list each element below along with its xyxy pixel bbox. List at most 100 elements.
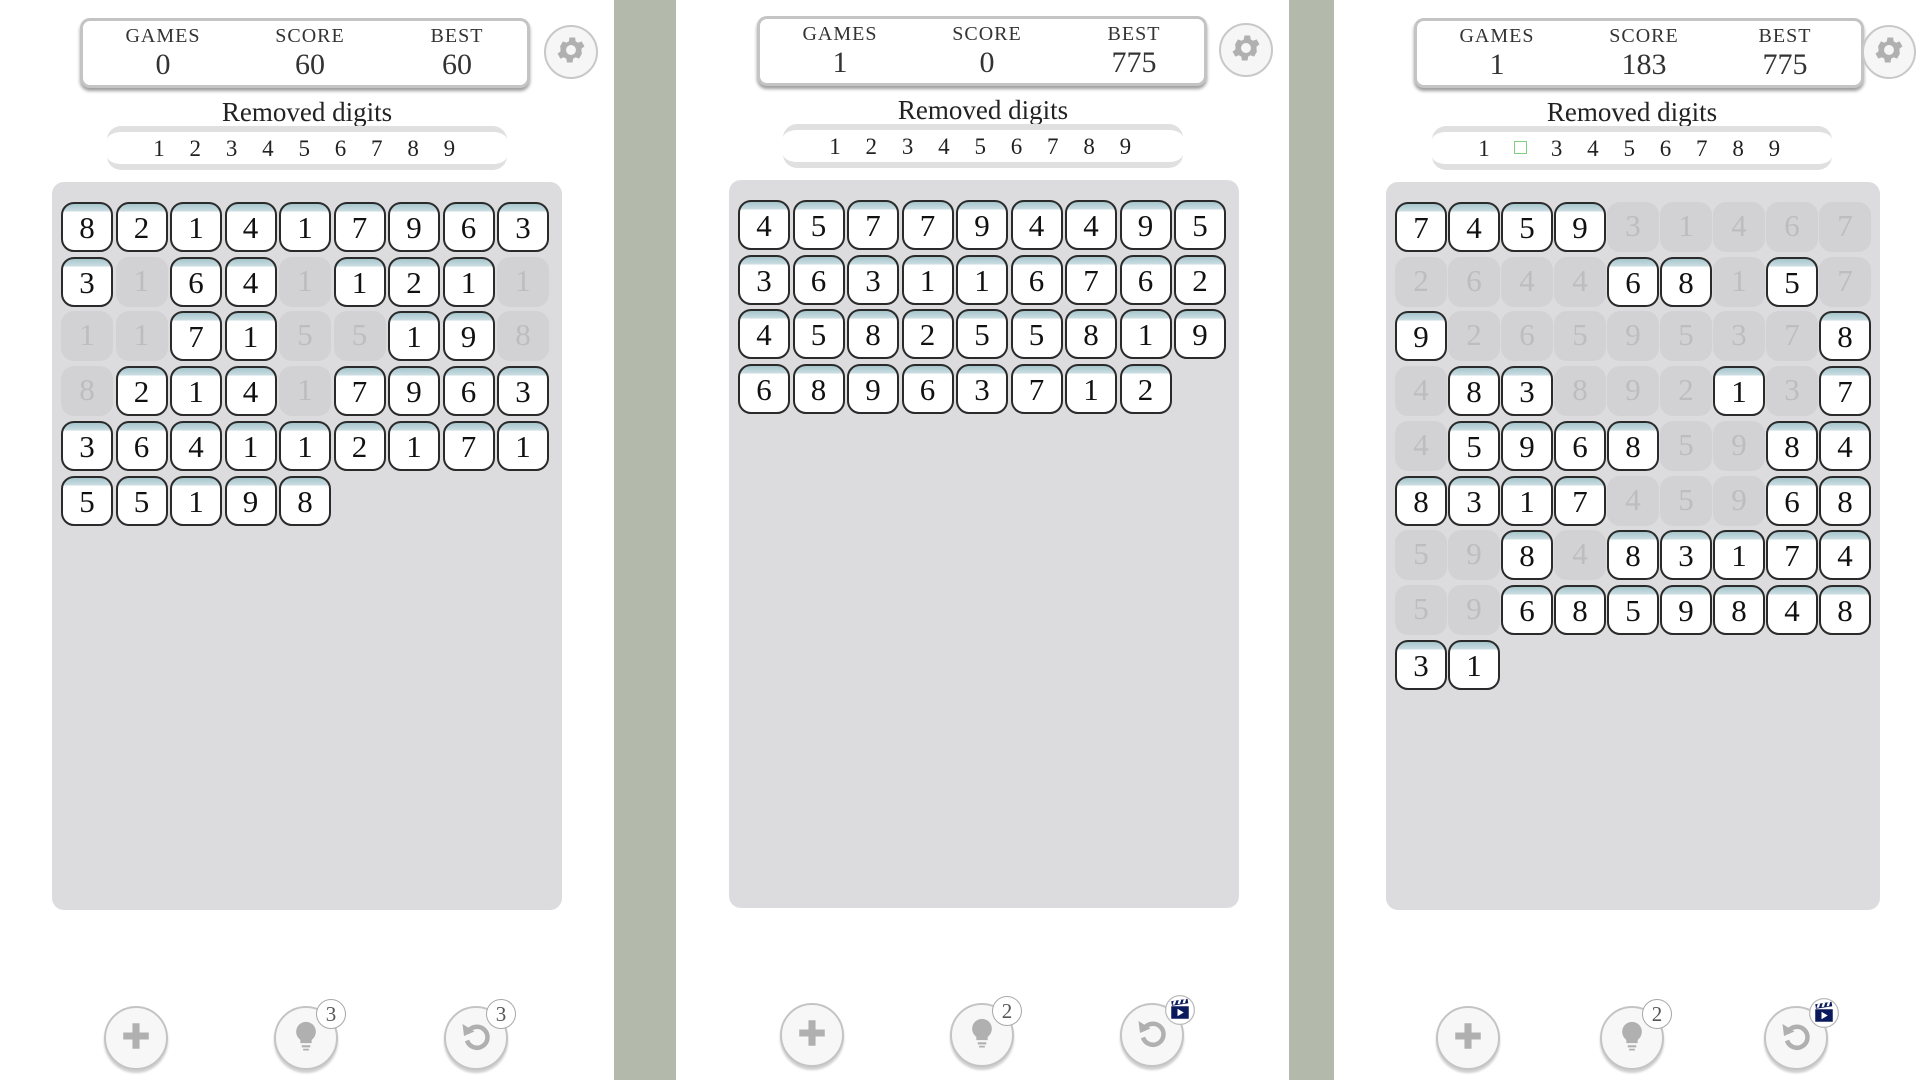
number-tile[interactable]: 3 (1395, 639, 1447, 690)
number-tile[interactable]: 7 (901, 200, 954, 250)
number-tile[interactable]: 2 (115, 366, 168, 417)
number-tile[interactable]: 8 (847, 309, 899, 360)
number-tile[interactable]: 1 (1065, 364, 1117, 415)
number-tile[interactable]: 8 (1501, 530, 1553, 581)
number-tile[interactable]: 8 (1819, 311, 1871, 362)
number-tile[interactable]: 3 (847, 254, 899, 305)
number-tile[interactable]: 7 (333, 202, 386, 252)
number-tile[interactable]: 1 (1119, 309, 1172, 360)
number-tile[interactable]: 1 (279, 202, 331, 252)
number-tile[interactable]: 1 (170, 475, 222, 526)
number-tile[interactable]: 4 (1766, 584, 1818, 635)
number-tile[interactable]: 6 (738, 364, 790, 415)
number-tile[interactable]: 6 (115, 420, 168, 471)
number-tile[interactable]: 6 (792, 254, 845, 305)
number-tile[interactable]: 4 (1819, 420, 1871, 471)
number-tile[interactable]: 9 (1395, 311, 1447, 362)
new-game-button[interactable] (1436, 1006, 1500, 1070)
number-tile[interactable]: 9 (388, 202, 440, 252)
number-tile[interactable]: 5 (1501, 202, 1553, 252)
number-tile[interactable]: 2 (115, 202, 168, 252)
number-tile[interactable]: 8 (61, 202, 113, 252)
number-tile[interactable]: 8 (1819, 584, 1871, 635)
number-tile[interactable]: 1 (279, 420, 331, 471)
number-tile[interactable]: 8 (1660, 256, 1712, 307)
number-tile[interactable]: 7 (1766, 530, 1818, 581)
number-tile[interactable]: 5 (792, 200, 845, 250)
number-tile[interactable]: 5 (1010, 309, 1063, 360)
number-tile[interactable]: 6 (442, 366, 495, 417)
number-tile[interactable]: 1 (442, 256, 495, 307)
new-game-button[interactable] (104, 1006, 168, 1070)
number-tile[interactable]: 7 (1819, 366, 1871, 417)
number-tile[interactable]: 1 (388, 311, 440, 362)
number-tile[interactable]: 4 (738, 200, 790, 250)
number-tile[interactable]: 2 (1119, 364, 1172, 415)
number-tile[interactable]: 3 (61, 420, 113, 471)
number-tile[interactable]: 6 (901, 364, 954, 415)
number-tile[interactable]: 5 (1607, 584, 1659, 635)
number-tile[interactable]: 3 (1660, 530, 1712, 581)
number-tile[interactable]: 8 (1766, 420, 1818, 471)
number-tile[interactable]: 7 (333, 366, 386, 417)
number-tile[interactable]: 6 (1766, 475, 1818, 526)
number-tile[interactable]: 6 (1119, 254, 1172, 305)
number-tile[interactable]: 3 (497, 366, 549, 417)
new-game-button[interactable] (780, 1003, 844, 1067)
number-tile[interactable]: 8 (1065, 309, 1117, 360)
number-tile[interactable]: 6 (1554, 420, 1606, 471)
number-tile[interactable]: 3 (1501, 366, 1553, 417)
number-tile[interactable]: 5 (956, 309, 1008, 360)
number-tile[interactable]: 5 (792, 309, 845, 360)
number-tile[interactable]: 5 (61, 475, 113, 526)
number-tile[interactable]: 3 (1448, 475, 1500, 526)
number-tile[interactable]: 8 (279, 475, 331, 526)
number-tile[interactable]: 2 (333, 420, 386, 471)
number-tile[interactable]: 7 (847, 200, 899, 250)
number-tile[interactable]: 7 (1554, 475, 1606, 526)
number-tile[interactable]: 9 (224, 475, 277, 526)
number-tile[interactable]: 1 (224, 311, 277, 362)
number-tile[interactable]: 8 (1819, 475, 1871, 526)
number-tile[interactable]: 8 (1395, 475, 1447, 526)
number-tile[interactable]: 9 (1174, 309, 1226, 360)
number-tile[interactable]: 1 (901, 254, 954, 305)
number-tile[interactable]: 7 (1065, 254, 1117, 305)
number-tile[interactable]: 4 (1448, 202, 1500, 252)
number-tile[interactable]: 1 (333, 256, 386, 307)
number-tile[interactable]: 8 (1607, 420, 1659, 471)
number-tile[interactable]: 3 (738, 254, 790, 305)
number-tile[interactable]: 5 (1448, 420, 1500, 471)
number-tile[interactable]: 1 (170, 366, 222, 417)
number-tile[interactable]: 5 (115, 475, 168, 526)
number-tile[interactable]: 1 (956, 254, 1008, 305)
number-tile[interactable]: 1 (224, 420, 277, 471)
number-tile[interactable]: 3 (497, 202, 549, 252)
number-tile[interactable]: 1 (1713, 530, 1765, 581)
number-tile[interactable]: 1 (388, 420, 440, 471)
number-tile[interactable]: 5 (1174, 200, 1226, 250)
number-tile[interactable]: 4 (1819, 530, 1871, 581)
number-tile[interactable]: 9 (956, 200, 1008, 250)
number-tile[interactable]: 8 (1607, 530, 1659, 581)
number-tile[interactable]: 9 (1554, 202, 1606, 252)
number-tile[interactable]: 4 (170, 420, 222, 471)
number-tile[interactable]: 7 (442, 420, 495, 471)
settings-button[interactable] (1862, 25, 1916, 79)
number-tile[interactable]: 3 (61, 256, 113, 307)
number-tile[interactable]: 4 (1010, 200, 1063, 250)
number-tile[interactable]: 8 (1713, 584, 1765, 635)
number-tile[interactable]: 6 (442, 202, 495, 252)
number-tile[interactable]: 8 (792, 364, 845, 415)
number-tile[interactable]: 1 (170, 202, 222, 252)
number-tile[interactable]: 7 (1010, 364, 1063, 415)
number-tile[interactable]: 6 (1607, 256, 1659, 307)
number-tile[interactable]: 2 (388, 256, 440, 307)
number-tile[interactable]: 8 (1554, 584, 1606, 635)
number-tile[interactable]: 2 (1174, 254, 1226, 305)
number-tile[interactable]: 3 (956, 364, 1008, 415)
number-tile[interactable]: 9 (1119, 200, 1172, 250)
number-tile[interactable]: 7 (1395, 202, 1447, 252)
number-tile[interactable]: 4 (224, 256, 277, 307)
number-tile[interactable]: 4 (224, 202, 277, 252)
